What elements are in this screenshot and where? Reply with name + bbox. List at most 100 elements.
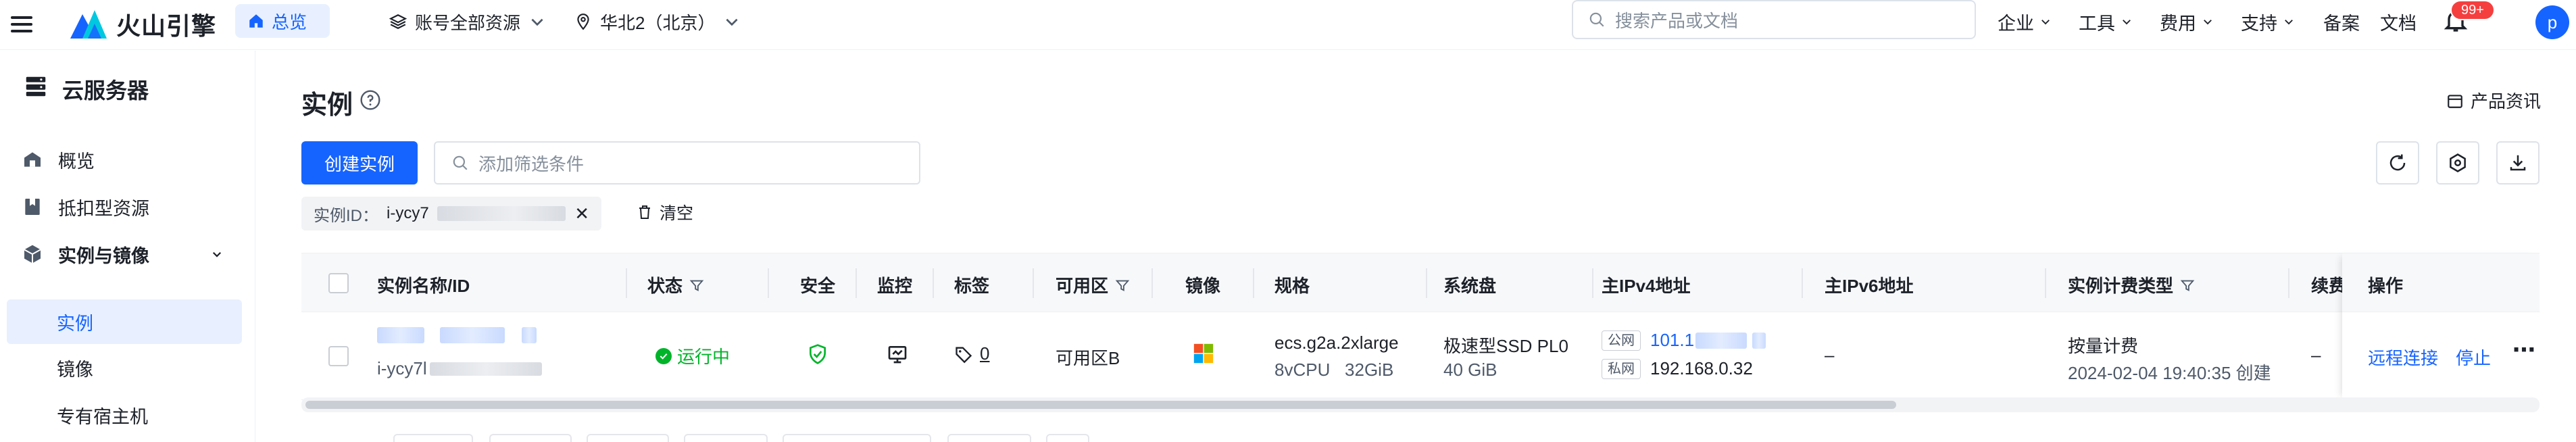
- remote-connect-link[interactable]: 远程连接: [2368, 345, 2438, 370]
- column-divider[interactable]: [768, 268, 769, 298]
- col-billing-type[interactable]: 实例计费类型: [2068, 272, 2195, 297]
- logo-text[interactable]: 火山引擎: [116, 7, 216, 42]
- private-ip-row: 私网 192.168.0.32: [1602, 358, 1753, 379]
- instance-name-link[interactable]: [377, 327, 537, 348]
- col-tags[interactable]: 标签: [954, 272, 989, 297]
- column-divider[interactable]: [1033, 268, 1034, 298]
- col-monitor[interactable]: 监控: [877, 272, 912, 297]
- sidebar-item-image[interactable]: 镜像: [0, 345, 255, 390]
- col-name[interactable]: 实例名称/ID: [377, 272, 470, 297]
- product-info-label: 产品资讯: [2471, 91, 2542, 112]
- shield-check-icon[interactable]: [807, 343, 828, 365]
- column-divider[interactable]: [933, 268, 934, 298]
- scrollbar-thumb[interactable]: [305, 401, 1896, 409]
- pagination-item[interactable]: [587, 434, 669, 442]
- sidebar-item-instance[interactable]: 实例: [7, 299, 242, 344]
- pagination-item[interactable]: [1046, 434, 1089, 442]
- redacted-ip: [1695, 332, 1748, 349]
- clear-label: 清空: [660, 204, 694, 223]
- column-divider[interactable]: [1151, 268, 1153, 298]
- home-icon: [249, 14, 263, 28]
- refresh-button[interactable]: [2376, 141, 2419, 185]
- chevron-down-icon: [2285, 20, 2293, 25]
- overview-button[interactable]: 总览: [235, 4, 330, 38]
- pagination-item[interactable]: [684, 434, 768, 442]
- nav-enterprise-label: 企业: [1998, 13, 2034, 34]
- col-ipv6[interactable]: 主IPv6地址: [1825, 272, 1914, 297]
- stop-link[interactable]: 停止: [2456, 345, 2491, 370]
- nav-docs[interactable]: 文档: [2380, 7, 2417, 36]
- more-icon[interactable]: ⋯: [2512, 337, 2535, 364]
- pagination-item[interactable]: [947, 434, 1031, 442]
- column-divider[interactable]: [2288, 268, 2289, 298]
- disk-size: 40 GiB: [1443, 360, 1497, 380]
- monitor-icon[interactable]: [887, 343, 908, 365]
- select-all-checkbox[interactable]: [328, 273, 349, 293]
- filter-tag: 实例ID： i-ycy7 ✕: [301, 197, 601, 230]
- region-select[interactable]: 华北2（北京）: [574, 7, 741, 36]
- col-billing-label: 实例计费类型: [2068, 276, 2174, 296]
- pagination-item[interactable]: [393, 434, 473, 442]
- col-status[interactable]: 状态: [647, 272, 704, 297]
- sidebar-item-label: 专有宿主机: [57, 406, 148, 427]
- tag-cell[interactable]: 0: [954, 343, 989, 364]
- column-divider[interactable]: [626, 268, 627, 298]
- gear-icon: [2450, 153, 2466, 172]
- sidebar-item-label: 概览: [58, 151, 95, 172]
- sidebar-item-deduction-resources[interactable]: 抵扣型资源: [0, 185, 255, 229]
- col-image[interactable]: 镜像: [1185, 272, 1220, 297]
- sidebar-item-overview[interactable]: 概览: [0, 137, 255, 182]
- nav-billing[interactable]: 费用: [2160, 7, 2214, 36]
- sidebar-item-label: 实例与镜像: [58, 245, 149, 266]
- column-divider[interactable]: [1426, 268, 1427, 298]
- tag-icon: [956, 347, 972, 363]
- col-actions: 操作: [2368, 276, 2404, 296]
- table-row[interactable]: i-ycy7l 运行中 0 可用区B ecs.g2a.2xlarge 8vCPU…: [301, 312, 2540, 400]
- col-zone[interactable]: 可用区: [1056, 272, 1130, 297]
- settings-button[interactable]: [2436, 141, 2479, 185]
- product-info-link[interactable]: 产品资讯: [2446, 88, 2541, 113]
- column-divider[interactable]: [2045, 268, 2046, 298]
- public-ip-row: 公网 101.1: [1602, 330, 1766, 351]
- sidebar-item-dedicated-host[interactable]: 专有宿主机: [0, 393, 255, 437]
- download-button[interactable]: [2496, 141, 2540, 185]
- filter-input[interactable]: 添加筛选条件: [434, 141, 920, 185]
- account-resource-select[interactable]: 账号全部资源: [389, 7, 546, 36]
- create-instance-button[interactable]: 创建实例: [301, 141, 418, 185]
- pagination-item[interactable]: [489, 434, 572, 442]
- notification-badge: 99+: [2450, 0, 2495, 20]
- trash-icon: [639, 205, 650, 219]
- global-search-input[interactable]: 搜索产品或文档: [1572, 0, 1976, 39]
- close-icon[interactable]: ✕: [574, 203, 589, 224]
- search-icon: [1589, 12, 1604, 27]
- nav-filing[interactable]: 备案: [2323, 7, 2360, 36]
- instance-id-prefix: i-ycy7l: [377, 358, 427, 378]
- nav-enterprise[interactable]: 企业: [1998, 7, 2052, 36]
- pagination-item[interactable]: [783, 434, 931, 442]
- help-icon[interactable]: [360, 89, 381, 111]
- horizontal-scrollbar[interactable]: [301, 397, 2540, 412]
- col-system-disk[interactable]: 系统盘: [1443, 272, 1496, 297]
- col-spec[interactable]: 规格: [1274, 272, 1310, 297]
- column-divider[interactable]: [1802, 268, 1803, 298]
- menu-icon[interactable]: [9, 11, 36, 38]
- logo-icon[interactable]: [68, 5, 108, 41]
- column-divider[interactable]: [1253, 268, 1254, 298]
- col-ipv4[interactable]: 主IPv4地址: [1602, 272, 1691, 297]
- nav-support[interactable]: 支持: [2241, 7, 2295, 36]
- filter-tag-value: i-ycy7: [387, 204, 429, 222]
- row-checkbox[interactable]: [328, 346, 349, 366]
- filter-icon[interactable]: [689, 278, 704, 293]
- avatar[interactable]: p: [2535, 5, 2569, 39]
- nav-tools[interactable]: 工具: [2079, 7, 2133, 36]
- column-divider[interactable]: [1592, 268, 1593, 298]
- col-security[interactable]: 安全: [800, 272, 835, 297]
- clear-filters-button[interactable]: 清空: [637, 200, 693, 224]
- column-divider[interactable]: [856, 268, 857, 298]
- filter-icon[interactable]: [2180, 278, 2195, 293]
- filter-icon[interactable]: [1115, 278, 1130, 293]
- public-ip-link[interactable]: 101.1: [1650, 330, 1694, 351]
- sidebar-item-instances-images[interactable]: 实例与镜像: [0, 232, 255, 276]
- top-bar: 火山引擎 总览 账号全部资源 华北2（北京） 搜索产品或文档 企业 工具 费用 …: [0, 0, 2576, 50]
- col-renewal[interactable]: 续费: [2311, 272, 2346, 297]
